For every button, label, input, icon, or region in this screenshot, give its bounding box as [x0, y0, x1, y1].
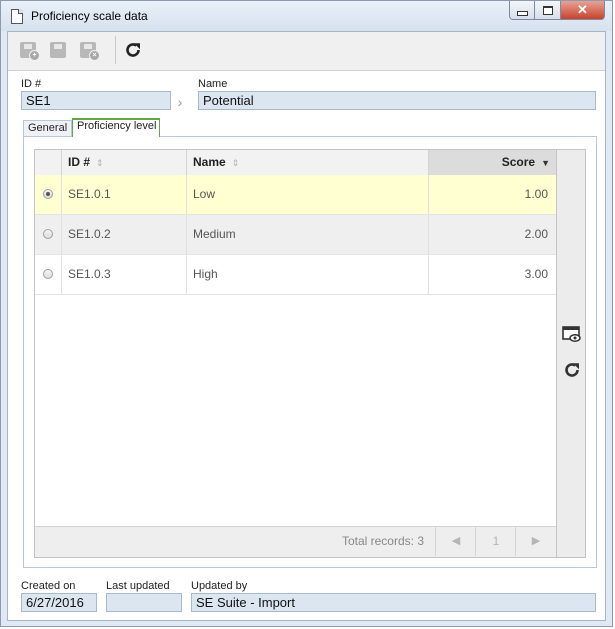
column-header-id[interactable]: ID # ⇕ — [62, 150, 187, 175]
last-updated-field — [106, 593, 182, 612]
id-field[interactable]: SE1 — [21, 91, 171, 110]
row-radio[interactable] — [43, 269, 53, 279]
tab-panel: ID # ⇕ Name ⇕ Score ▼ SE1.0.1 Low 1.00 S… — [23, 136, 597, 568]
prev-page-button[interactable]: ◀ — [435, 527, 476, 556]
close-button[interactable]: ✕ — [561, 1, 605, 20]
column-header-score-label: Score — [501, 155, 536, 169]
last-updated-label: Last updated — [106, 580, 170, 592]
table-row[interactable]: SE1.0.3 High 3.00 — [35, 255, 556, 295]
column-header-name[interactable]: Name ⇕ — [187, 150, 429, 175]
tab-proficiency-level[interactable]: Proficiency level — [72, 118, 160, 137]
minimize-button[interactable] — [509, 1, 535, 20]
table-header: ID # ⇕ Name ⇕ Score ▼ — [35, 150, 556, 176]
toolbar-separator — [115, 36, 116, 64]
save-close-button[interactable]: × — [76, 39, 100, 61]
row-radio[interactable] — [43, 229, 53, 239]
created-on-field: 6/27/2016 — [21, 593, 97, 612]
row-name: High — [187, 255, 429, 294]
save-new-icon: + — [20, 42, 40, 61]
name-label: Name — [198, 78, 228, 90]
toolbar: + × — [8, 32, 605, 71]
tab-general[interactable]: General — [23, 120, 72, 136]
side-toolbar — [557, 149, 586, 558]
sort-icon: ⇕ — [231, 158, 240, 168]
radio-column-header — [35, 150, 62, 175]
row-id: SE1.0.2 — [62, 215, 187, 254]
row-score: 1.00 — [524, 187, 548, 201]
column-header-id-label: ID # — [68, 155, 91, 169]
row-radio[interactable] — [43, 189, 53, 199]
refresh-icon — [565, 363, 579, 377]
save-new-button[interactable]: + — [16, 39, 40, 61]
save-close-icon: × — [80, 42, 100, 61]
chevron-right-icon[interactable]: › — [173, 92, 187, 111]
total-records: Total records: 3 — [341, 534, 424, 548]
updated-by-field: SE Suite - Import — [191, 593, 596, 612]
row-id: SE1.0.1 — [62, 175, 187, 214]
title-bar[interactable]: Proficiency scale data ✕ — [1, 1, 612, 31]
dialog-body: + × ID # SE1 › Name Potential General Pr… — [7, 31, 606, 621]
page-number: 1 — [475, 527, 516, 556]
sort-icon: ⇕ — [96, 158, 104, 168]
row-id: SE1.0.3 — [62, 255, 187, 294]
column-header-name-label: Name — [193, 155, 226, 169]
row-score: 3.00 — [524, 267, 548, 281]
table-footer: Total records: 3 ◀ 1 ▶ — [35, 526, 556, 557]
created-on-label: Created on — [21, 580, 76, 592]
minimize-icon — [516, 10, 528, 16]
proficiency-table: ID # ⇕ Name ⇕ Score ▼ SE1.0.1 Low 1.00 S… — [34, 149, 557, 558]
view-record-icon — [562, 326, 581, 342]
maximize-icon — [542, 5, 553, 15]
maximize-button[interactable] — [535, 1, 561, 20]
refresh-list-button[interactable] — [562, 360, 582, 380]
window-title: Proficiency scale data — [31, 9, 148, 23]
document-icon — [11, 9, 23, 24]
window: Proficiency scale data ✕ + × ID # SE1 › … — [0, 0, 613, 627]
view-record-button[interactable] — [562, 324, 582, 344]
table-row[interactable]: SE1.0.1 Low 1.00 — [35, 175, 556, 215]
sort-desc-icon: ▼ — [541, 158, 550, 168]
refresh-icon — [126, 43, 140, 57]
updated-by-label: Updated by — [191, 580, 248, 592]
name-field[interactable]: Potential — [198, 91, 596, 110]
close-icon: ✕ — [577, 2, 588, 17]
save-icon — [50, 42, 66, 58]
row-name: Low — [187, 175, 429, 214]
row-score: 2.00 — [524, 227, 548, 241]
table-row[interactable]: SE1.0.2 Medium 2.00 — [35, 215, 556, 255]
save-button[interactable] — [46, 39, 70, 61]
prev-page-icon: ◀ — [451, 535, 461, 547]
next-page-button[interactable]: ▶ — [515, 527, 556, 556]
column-header-score[interactable]: Score ▼ — [429, 150, 556, 175]
row-name: Medium — [187, 215, 429, 254]
id-label: ID # — [21, 78, 42, 90]
next-page-icon: ▶ — [531, 535, 541, 547]
refresh-button[interactable] — [121, 39, 145, 61]
